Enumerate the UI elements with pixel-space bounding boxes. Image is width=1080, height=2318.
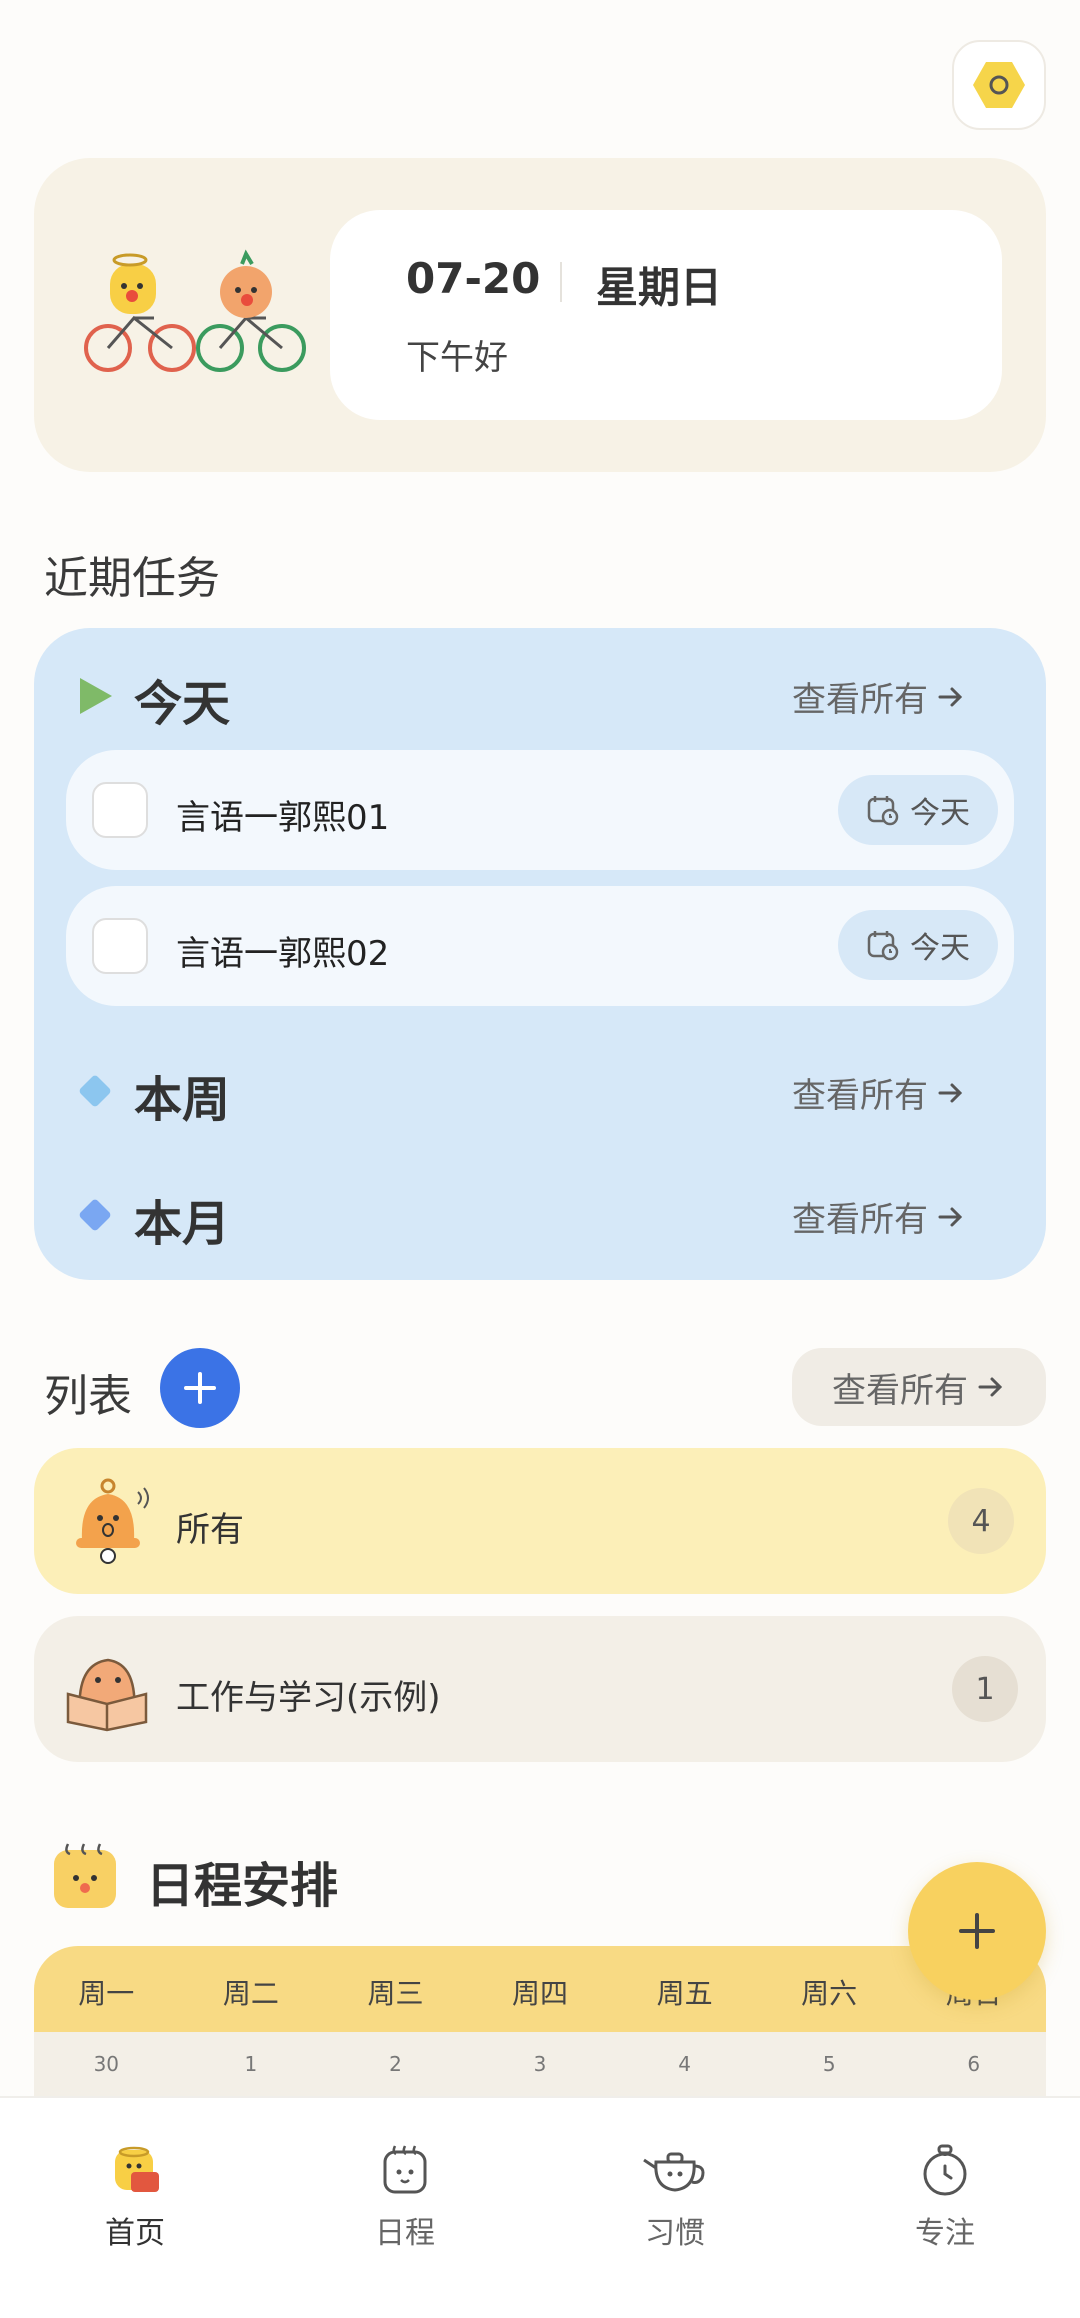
date-cell[interactable]: 3: [468, 2032, 613, 2096]
nav-home[interactable]: 首页: [0, 2098, 270, 2318]
group-today-label: 今天: [134, 676, 231, 732]
weekday-label: 周六: [801, 1977, 858, 2010]
today-view-all-link[interactable]: 查看所有: [792, 672, 966, 721]
task-checkbox[interactable]: [92, 782, 148, 838]
date-cell[interactable]: 1: [179, 2032, 324, 2096]
arrow-right-icon: [938, 1083, 963, 1102]
calendar-clock-icon: [867, 796, 899, 826]
current-date: 07-20: [406, 254, 541, 303]
nav-label: 首页: [105, 2216, 165, 2251]
date-cell[interactable]: 4: [612, 2032, 757, 2096]
weekday-label: 周一: [78, 1977, 135, 2010]
view-all-label: 查看所有: [832, 1370, 968, 1411]
nav-label: 习惯: [645, 2216, 705, 2251]
task-date-chip[interactable]: 今天: [838, 910, 998, 980]
calendar-clock-icon: [867, 931, 899, 961]
hexagon-settings-icon: [973, 62, 1025, 108]
task-title: 言语一郭熙01: [176, 798, 390, 838]
month-view-all-link[interactable]: 查看所有: [792, 1192, 966, 1241]
list-item-label: 工作与学习(示例): [176, 1678, 441, 1718]
view-all-label: 查看所有: [792, 680, 928, 720]
week-view-all-link[interactable]: 查看所有: [792, 1068, 966, 1117]
nav-label: 专注: [915, 2216, 975, 2251]
plus-icon: [959, 1913, 995, 1949]
group-week-label: 本周: [134, 1072, 231, 1128]
week-dates: 30 1 2 3 4 5 6: [34, 2032, 1046, 2096]
bell-mascot-icon: [76, 1478, 149, 1564]
arrow-right-icon: [978, 1377, 1003, 1397]
settings-button[interactable]: [952, 40, 1046, 130]
nav-habits[interactable]: 习惯: [540, 2098, 810, 2318]
date-divider: [560, 262, 562, 302]
add-list-button[interactable]: [160, 1348, 240, 1428]
weekday-label: 周四: [512, 1977, 569, 2010]
timer-icon: [923, 2144, 967, 2196]
task-date-chip[interactable]: 今天: [838, 775, 998, 845]
recent-tasks-title: 近期任务: [44, 553, 220, 604]
current-weekday: 星期日: [596, 263, 723, 312]
weekday-label: 周二: [222, 1977, 279, 2010]
task-title: 言语一郭熙02: [176, 934, 390, 974]
task-date-label: 今天: [910, 931, 970, 966]
lists-title: 列表: [44, 1371, 132, 1422]
diamond-icon: [79, 1199, 111, 1231]
add-task-fab[interactable]: [908, 1862, 1046, 2000]
weekday-label: 周三: [367, 1977, 424, 2010]
calendar-icon: [383, 2145, 427, 2194]
greeting-text: 下午好: [406, 338, 508, 378]
date-cell[interactable]: 30: [34, 2032, 179, 2096]
view-all-label: 查看所有: [792, 1200, 928, 1240]
week-header: 周一 周二 周三 周四 周五 周六 周日: [34, 1946, 1046, 2032]
list-item-label: 所有: [176, 1510, 244, 1550]
home-icon: [115, 2146, 159, 2192]
nav-focus[interactable]: 专注: [810, 2098, 1080, 2318]
group-month-label: 本月: [134, 1196, 231, 1252]
nav-schedule[interactable]: 日程: [270, 2098, 540, 2318]
arrow-right-icon: [938, 687, 963, 706]
plus-icon: [184, 1372, 216, 1404]
view-all-label: 查看所有: [792, 1076, 928, 1116]
greeting-panel: [330, 210, 1002, 420]
diamond-icon: [79, 1075, 111, 1107]
date-cell[interactable]: 2: [323, 2032, 468, 2096]
bottom-nav: 首页 日程 习惯 专注: [0, 2096, 1080, 2318]
weekday-label: 周五: [656, 1977, 713, 2010]
date-cell[interactable]: 5: [757, 2032, 902, 2096]
schedule-title: 日程安排: [146, 1858, 339, 1914]
nav-label: 日程: [375, 2216, 435, 2251]
task-checkbox[interactable]: [92, 918, 148, 974]
teapot-icon: [643, 2152, 705, 2192]
play-triangle-icon: [80, 678, 112, 714]
list-count-badge: 4: [948, 1488, 1014, 1554]
lists-view-all-button[interactable]: 查看所有: [792, 1348, 1046, 1426]
reading-mascot-icon: [66, 1658, 148, 1732]
task-date-label: 今天: [910, 796, 970, 831]
cyclists-illustration: [84, 249, 306, 372]
calendar-mascot-icon: [54, 1843, 116, 1908]
list-count-badge: 1: [952, 1656, 1018, 1722]
arrow-right-icon: [938, 1207, 963, 1226]
date-cell[interactable]: 6: [901, 2032, 1046, 2096]
